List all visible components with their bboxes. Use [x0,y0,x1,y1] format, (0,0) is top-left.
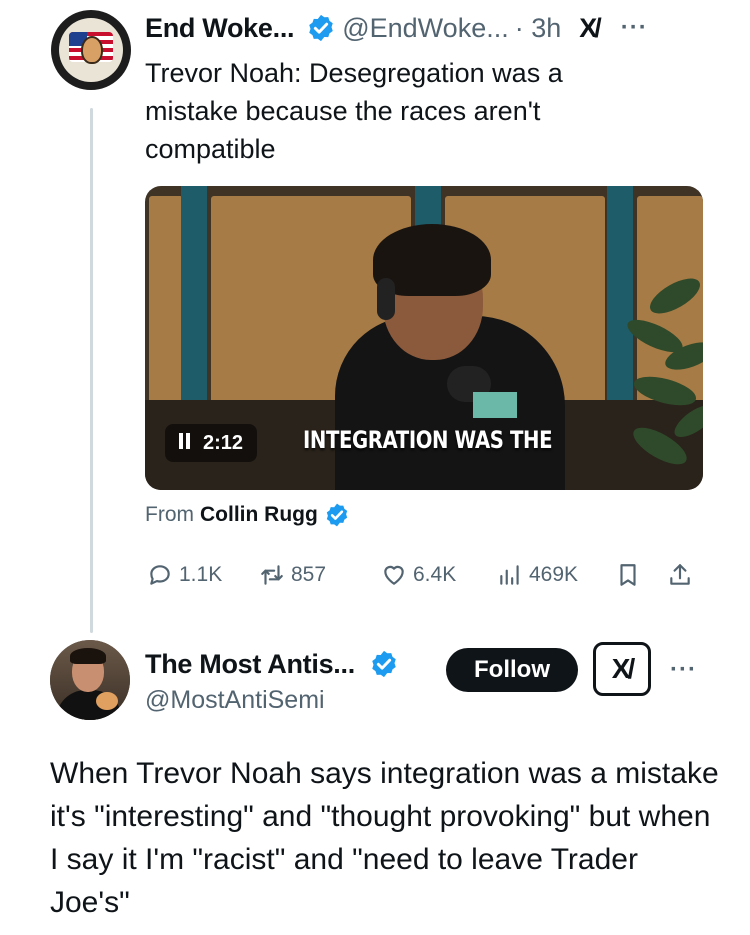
pause-icon[interactable] [179,432,193,455]
more-options-icon[interactable]: ··· [670,656,697,684]
video-caption: INTEGRATION WAS THE [303,426,553,454]
verified-badge-icon [372,650,396,678]
thread-connector-line [90,108,93,633]
grok-icon[interactable]: X/ [579,13,601,44]
plant-graphic [627,278,703,465]
like-icon [384,565,404,585]
avatar-hand [96,692,118,710]
video-duration: 2:12 [203,431,244,454]
views-button[interactable]: 469K [497,562,578,588]
avatar-hair [70,648,106,664]
author-handle[interactable]: @EndWoke... [342,13,508,44]
cartoon-face [81,36,103,64]
repost-button[interactable]: 857 [259,562,326,588]
reply-icon [150,565,170,585]
author-name[interactable]: End Woke... [145,13,295,44]
repost-count: 857 [291,563,327,586]
tweet-text: Trevor Noah: Desegregation was a mistake… [145,58,563,164]
share-icon [670,564,690,585]
author-name[interactable]: The Most Antis... [145,649,355,680]
tweet-actions: 1.1K 857 6.4K 469K [145,558,705,592]
grok-icon[interactable]: X/ [593,642,651,696]
reply-button[interactable]: 1.1K [147,562,222,588]
most-antisemi-avatar[interactable] [50,640,130,720]
from-author[interactable]: Collin Rugg [200,503,318,527]
view-count: 469K [529,563,579,586]
tweet-timestamp[interactable]: · 3h [515,13,562,44]
tweet-header: End Woke... @EndWoke... · 3h X/ ··· [145,8,648,48]
headphone-graphic [377,278,395,320]
share-button[interactable] [667,562,693,588]
reply-count: 1.1K [179,563,223,586]
like-button[interactable]: 6.4K [381,562,456,588]
author-handle[interactable]: @MostAntiSemi [145,686,325,715]
like-count: 6.4K [413,563,457,586]
end-woke-avatar[interactable] [51,10,131,90]
verified-badge-icon [326,503,347,527]
video-player[interactable]: 2:12 INTEGRATION WAS THE [145,186,703,490]
views-icon [500,565,519,585]
tweet-text: When Trevor Noah says integration was a … [50,757,719,919]
video-attribution: From Collin Rugg [145,500,350,530]
bookmark-button[interactable] [615,562,641,588]
mic-flag-graphic [473,392,517,418]
follow-button[interactable]: Follow [446,648,578,692]
verified-badge-icon [309,14,333,42]
bookmark-icon [620,564,636,586]
wall-panel [149,196,183,406]
from-prefix: From [145,503,194,526]
repost-icon [261,565,283,585]
video-time-pill[interactable]: 2:12 [165,424,258,462]
more-options-icon[interactable]: ··· [621,14,648,42]
tweet-header: The Most Antis... [145,644,405,684]
